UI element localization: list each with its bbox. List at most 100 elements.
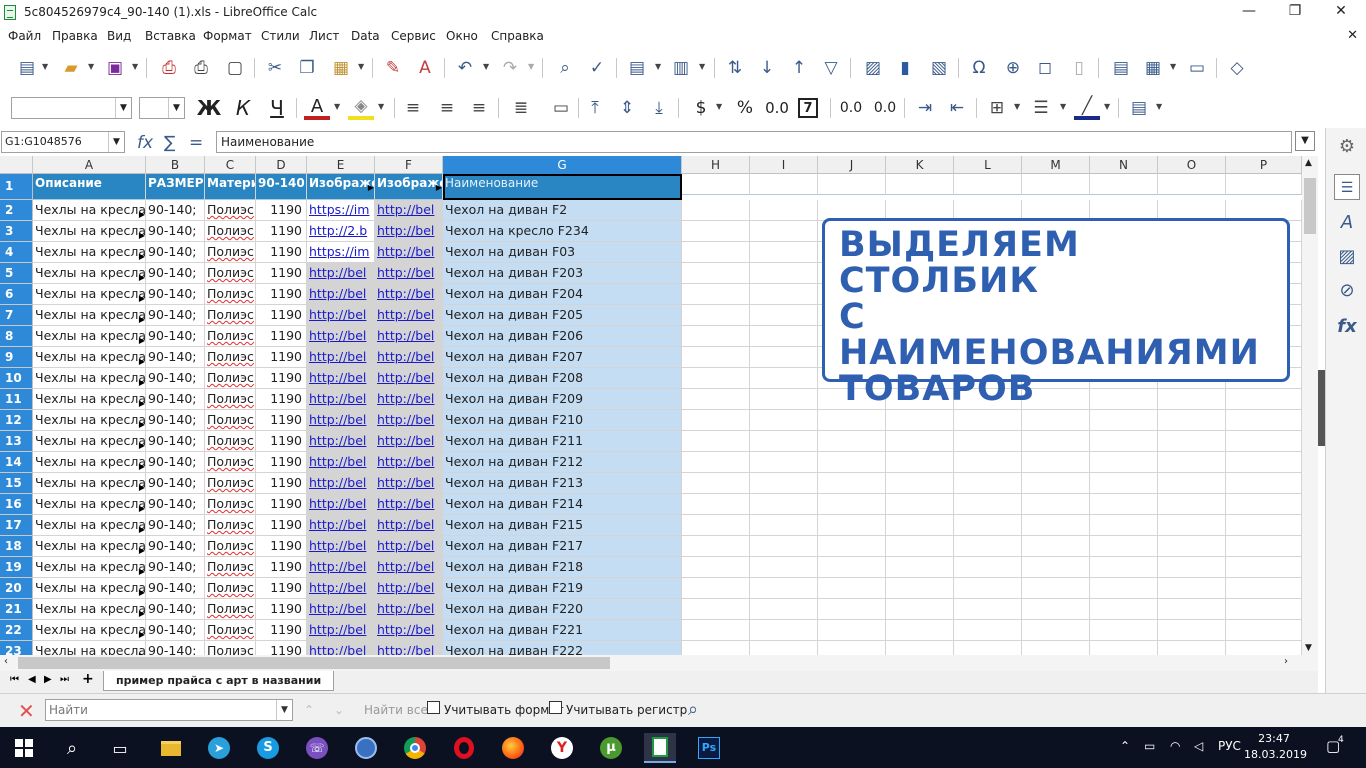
next-sheet-icon[interactable]: ▶ <box>44 674 52 685</box>
cell-i[interactable] <box>750 368 818 389</box>
cell-m[interactable] <box>1022 536 1090 557</box>
menu-data[interactable]: Data <box>351 29 380 43</box>
find-input[interactable]: Найти ▼ <box>45 699 293 721</box>
cell-p[interactable] <box>1226 578 1302 599</box>
pivot-table-icon[interactable]: ▧ <box>926 56 952 80</box>
cell-b[interactable]: 90-140; <box>146 599 205 620</box>
copy-icon[interactable]: ❐ <box>294 56 320 80</box>
file-explorer-icon[interactable] <box>155 733 187 763</box>
cell-a[interactable]: Чехлы на кресла▶ <box>33 494 146 515</box>
cell-a[interactable]: Чехлы на кресла▶ <box>33 200 146 221</box>
align-bottom-icon[interactable]: ⤓ <box>646 96 672 120</box>
cell-e[interactable]: http://bel <box>307 620 375 641</box>
cell-g[interactable]: Чехол на диван F219 <box>443 578 682 599</box>
cell-h[interactable] <box>682 284 750 305</box>
cell-p[interactable] <box>1226 536 1302 557</box>
cell-g[interactable]: Чехол на диван F211 <box>443 431 682 452</box>
prev-sheet-icon[interactable]: ◀ <box>28 674 36 685</box>
cell-c[interactable]: Полиэс <box>205 515 256 536</box>
header-cell-p[interactable] <box>1226 174 1302 195</box>
cell-o[interactable] <box>1158 557 1226 578</box>
chevron-down-icon[interactable]: ▼ <box>528 62 534 71</box>
sort-icon[interactable]: ⇅ <box>722 56 748 80</box>
header-cell-g[interactable]: Наименование <box>443 174 682 200</box>
menu-sheet[interactable]: Лист <box>309 29 339 43</box>
libreoffice-calc-taskbar-icon[interactable] <box>644 733 676 763</box>
column-header-g[interactable]: G <box>443 156 682 174</box>
cell-i[interactable] <box>750 389 818 410</box>
column-header-f[interactable]: F <box>375 156 443 174</box>
cell-e[interactable]: http://bel <box>307 410 375 431</box>
cell-f[interactable]: http://bel <box>375 389 443 410</box>
cell-b[interactable]: 90-140; <box>146 368 205 389</box>
cell-e[interactable]: http://bel <box>307 347 375 368</box>
cell-j[interactable] <box>818 599 886 620</box>
show-draw-functions-icon[interactable]: ◇ <box>1224 56 1250 80</box>
cell-g[interactable]: Чехол на диван F03 <box>443 242 682 263</box>
font-color-button[interactable]: A <box>304 96 330 120</box>
cell-h[interactable] <box>682 452 750 473</box>
cell-o[interactable] <box>1158 431 1226 452</box>
cell-h[interactable] <box>682 326 750 347</box>
menu-format[interactable]: Формат <box>203 29 252 43</box>
cell-h[interactable] <box>682 221 750 242</box>
cell-c[interactable]: Полиэс <box>205 599 256 620</box>
cell-d[interactable]: 1190 <box>256 599 307 620</box>
column-header-l[interactable]: L <box>954 156 1022 174</box>
open-folder-icon[interactable]: ▰ <box>58 56 84 80</box>
header-cell-i[interactable] <box>750 174 818 195</box>
print-icon[interactable]: ⎙ <box>188 56 214 80</box>
clone-formatting-icon[interactable]: ✎ <box>380 56 406 80</box>
cell-m[interactable] <box>1022 578 1090 599</box>
header-cell-h[interactable] <box>682 174 750 195</box>
cell-d[interactable]: 1190 <box>256 431 307 452</box>
bold-button[interactable]: Ж <box>196 96 222 120</box>
task-view-icon[interactable]: ▭ <box>104 733 136 763</box>
cell-i[interactable] <box>750 536 818 557</box>
cell-h[interactable] <box>682 473 750 494</box>
close-find-bar-icon[interactable]: ✕ <box>18 701 35 721</box>
vertical-scroll-thumb[interactable] <box>1304 178 1316 234</box>
wrap-text-icon[interactable]: ≣ <box>508 96 534 120</box>
cell-d[interactable]: 1190 <box>256 557 307 578</box>
cell-e[interactable]: http://bel <box>307 557 375 578</box>
cell-c[interactable]: Полиэс <box>205 326 256 347</box>
header-cell-d[interactable]: 90-140 <box>256 174 307 200</box>
cell-f[interactable]: http://bel <box>375 494 443 515</box>
cell-g[interactable]: Чехол на диван F214 <box>443 494 682 515</box>
browser-globe-icon[interactable] <box>350 733 382 763</box>
row-header[interactable]: 22 <box>0 620 33 641</box>
cell-p[interactable] <box>1226 494 1302 515</box>
italic-button[interactable]: К <box>230 96 256 120</box>
cell-o[interactable] <box>1158 620 1226 641</box>
cell-g[interactable]: Чехол на диван F204 <box>443 284 682 305</box>
cell-l[interactable] <box>954 578 1022 599</box>
find-replace-icon[interactable]: ⌕ <box>552 56 578 80</box>
scroll-down-icon[interactable]: ▼ <box>1305 643 1312 653</box>
cell-g[interactable]: Чехол на диван F207 <box>443 347 682 368</box>
cell-d[interactable]: 1190 <box>256 242 307 263</box>
cell-c[interactable]: Полиэс <box>205 347 256 368</box>
row-header[interactable]: 23 <box>0 641 33 655</box>
row-header[interactable]: 13 <box>0 431 33 452</box>
cell-f[interactable]: http://bel <box>375 326 443 347</box>
cell-b[interactable]: 90-140; <box>146 389 205 410</box>
chevron-down-icon[interactable]: ▼ <box>699 62 705 71</box>
scroll-up-icon[interactable]: ▲ <box>1305 158 1312 168</box>
insert-chart-icon[interactable]: ▮ <box>892 56 918 80</box>
column-header-i[interactable]: I <box>750 156 818 174</box>
cell-i[interactable] <box>750 494 818 515</box>
cell-n[interactable] <box>1090 578 1158 599</box>
cell-a[interactable]: Чехлы на кресла▶ <box>33 221 146 242</box>
cell-i[interactable] <box>750 221 818 242</box>
cell-g[interactable]: Чехол на диван F217 <box>443 536 682 557</box>
column-header-c[interactable]: C <box>205 156 256 174</box>
cell-d[interactable]: 1190 <box>256 452 307 473</box>
cell-o[interactable] <box>1158 410 1226 431</box>
find-replace-dialog-icon[interactable]: ⌕ <box>688 699 698 720</box>
cell-p[interactable] <box>1226 452 1302 473</box>
column-header-o[interactable]: O <box>1158 156 1226 174</box>
increase-indent-icon[interactable]: ⇥ <box>912 96 938 120</box>
header-cell-f[interactable]: Изображе ▶ <box>375 174 443 200</box>
cell-a[interactable]: Чехлы на кресла▶ <box>33 368 146 389</box>
